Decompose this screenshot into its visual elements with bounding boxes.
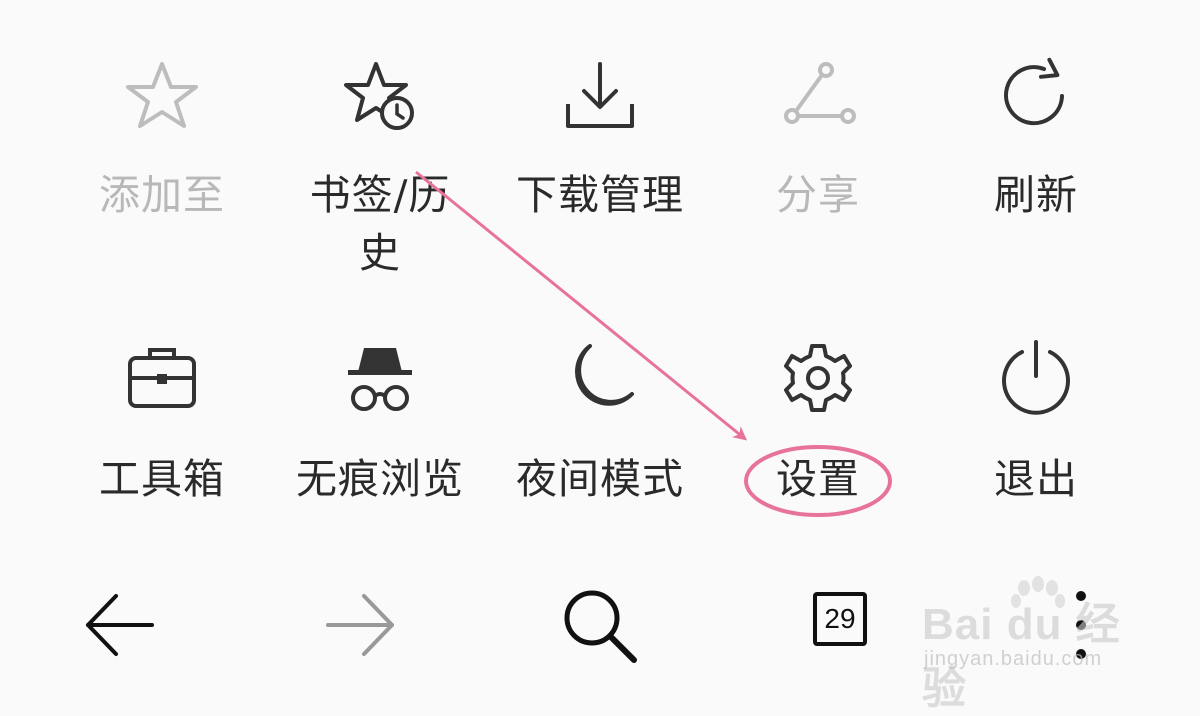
menu-item-label: 书签/历史 [309, 171, 451, 277]
menu-item-label: 夜间模式 [516, 455, 684, 503]
menu-item-download-manager[interactable]: 下载管理 [490, 56, 710, 256]
menu-item-night-mode[interactable]: 夜间模式 [490, 338, 710, 518]
menu-item-label: 设置 [776, 455, 860, 503]
back-button[interactable] [76, 580, 166, 670]
menu-item-label: 刷新 [994, 171, 1078, 219]
menu-item-label: 添加至 [99, 171, 225, 219]
arrow-left-icon [86, 594, 154, 656]
bookmark-history-icon [340, 56, 420, 136]
menu-item-label: 无痕浏览 [296, 455, 464, 503]
more-vertical-icon [1076, 591, 1086, 659]
tab-count: 29 [813, 592, 867, 646]
menu-item-bookmarks-history[interactable]: 书签/历史 [270, 56, 490, 286]
menu-item-share[interactable]: 分享 [708, 56, 928, 256]
search-icon [564, 590, 637, 663]
power-icon [996, 338, 1076, 418]
moon-icon [560, 338, 640, 418]
download-icon [560, 56, 640, 136]
menu-item-refresh[interactable]: 刷新 [926, 56, 1146, 256]
star-icon [122, 56, 202, 136]
arrow-right-icon [326, 594, 394, 656]
menu-item-exit[interactable]: 退出 [926, 338, 1146, 518]
refresh-icon [996, 56, 1076, 136]
menu-item-incognito[interactable]: 无痕浏览 [270, 338, 490, 518]
incognito-icon [340, 338, 420, 418]
share-icon [778, 56, 858, 136]
gear-icon [778, 338, 858, 418]
menu-item-label: 退出 [994, 455, 1078, 503]
forward-button[interactable] [314, 580, 404, 670]
menu-item-toolbox[interactable]: 工具箱 [52, 338, 272, 518]
menu-item-settings[interactable]: 设置 [708, 338, 928, 518]
menu-item-label: 工具箱 [99, 455, 225, 503]
tabs-button[interactable]: 29 [795, 578, 885, 668]
more-button[interactable] [1036, 580, 1126, 670]
search-button[interactable] [556, 580, 646, 670]
menu-item-label: 分享 [776, 171, 860, 219]
menu-item-add-to[interactable]: 添加至 [52, 56, 272, 256]
menu-item-label: 下载管理 [516, 171, 684, 219]
toolbox-icon [122, 338, 202, 418]
